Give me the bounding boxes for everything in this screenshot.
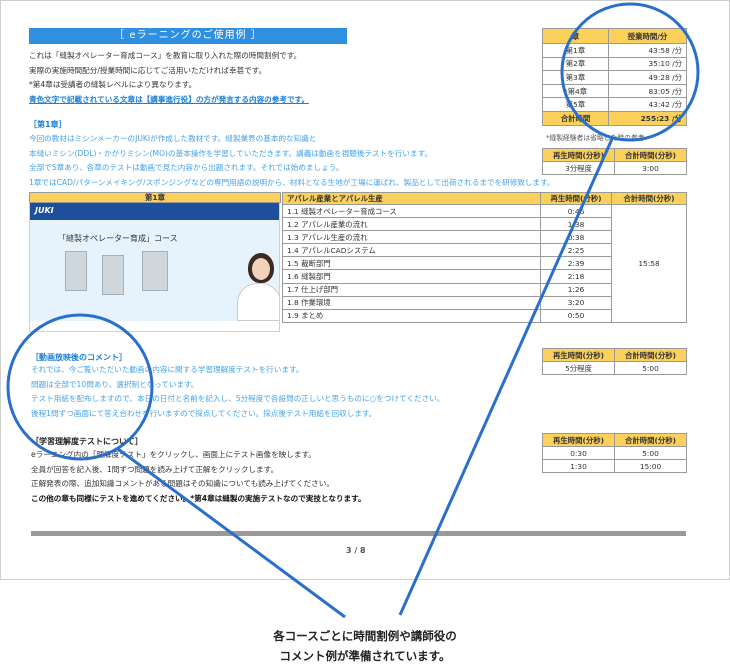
section2-line: テスト用紙を配布しますので、本日の日付と名前を記入し、5分程度で各設問の正しいと…: [31, 394, 445, 403]
play-time-cell: 3分程度: [542, 161, 615, 175]
play-time-header: 再生時間(分秒): [542, 148, 615, 162]
chapter-cell: 第2章: [542, 56, 609, 72]
chapter-header: 章: [542, 28, 609, 44]
chapter-cell: 第3章: [542, 70, 609, 85]
lesson-time: 0:38: [540, 230, 612, 245]
lesson-time: 1:38: [540, 217, 612, 232]
total-label: 合計時間: [542, 110, 609, 126]
time-table-intro: 再生時間(分秒) 合計時間(分秒) 3分程度 3:00: [542, 148, 687, 175]
caption-line1: 各コースごとに時間割例や講師役の: [273, 629, 457, 643]
instructor-face: [252, 258, 270, 280]
chapter-cell: *第4章: [542, 83, 609, 99]
total-time-cell: 15:00: [614, 459, 687, 473]
slide-header-bar: JUKI: [30, 203, 279, 220]
lesson-cell: 1.3 アパレル生産の流れ: [282, 230, 541, 245]
section1-line: 1章ではCAD/パターンメイキング/スポンジングなどの専門用語の説明から、材料と…: [29, 177, 555, 187]
total-time-cell: 3:00: [614, 161, 687, 175]
total-time-cell: 5:00: [614, 446, 687, 460]
time-table-test: 再生時間(分秒) 合計時間(分秒) 0:30 5:00 1:30 15:00: [542, 433, 687, 473]
chapter1-table: アパレル産業とアパレル生産 再生時間(分秒) 合計時間(分秒) 1.1 縫製オペ…: [282, 192, 687, 323]
time-cell: 43:42 /分: [608, 97, 687, 112]
play-time-header: 再生時間(分秒): [542, 433, 615, 447]
section3-bold-line: この他の章も同様にテストを進めてください。*第4章は縫製の実施テストなので実技と…: [31, 493, 366, 503]
lesson-time: 2:39: [540, 256, 612, 271]
chapter-cell: 第1章: [542, 43, 609, 58]
lesson-cell: 1.5 裁断部門: [282, 256, 541, 271]
chapter-table: 章 授業時間/分 第1章 43:58 /分 第2章 35:10 /分 第3章 49:2…: [542, 28, 687, 126]
juki-logo: JUKI: [35, 206, 54, 215]
time-cell: 49:28 /分: [608, 70, 687, 85]
slide-footer: [30, 321, 279, 331]
chapter-note: *縫製経験者は省略した時の参考: [546, 134, 645, 142]
total-time-cell: 5:00: [614, 361, 687, 375]
intro-line: *第4章は受講者の縫製レベルにより異なります。: [29, 80, 197, 89]
chapter1-total: 15:58: [611, 204, 687, 323]
section3-line: 正解発表の際、追加知識コメントがある問題はその知識についても読み上げてください。: [31, 479, 334, 488]
instructor-body: [237, 283, 279, 321]
lesson-time: 2:18: [540, 269, 612, 284]
document-page: ［ eラーニングのご使用例 ］ これは「縫製オペレーター育成コース」を教育に取り…: [0, 0, 730, 580]
sewing-machine-image: [102, 255, 124, 295]
section2-heading: ［動画放映後のコメント］: [31, 353, 127, 362]
footer-divider: [31, 531, 686, 536]
intro-line: 実際の実施時間配分/授業時間に応じてご活用いただければ幸甚です。: [29, 65, 267, 75]
play-time-cell: 0:30: [542, 446, 615, 460]
lesson-cell: 1.7 仕上げ部門: [282, 282, 541, 297]
lesson-cell: 1.8 作業環境: [282, 295, 541, 310]
time-cell: 35:10 /分: [608, 56, 687, 72]
total-time-header: 合計時間(分秒): [611, 192, 687, 205]
video-thumbnail: JUKI 「縫製オペレーター育成」コース: [29, 202, 280, 332]
page-number: 3 / 8: [346, 546, 366, 555]
section2-line: 後程1問ずつ画面にて答え合わせを行いますので採点してください。採点後テスト用紙を…: [31, 408, 377, 418]
total-time-header: 合計時間(分秒): [614, 433, 687, 447]
lesson-time: 0:50: [540, 308, 612, 323]
chapter1-label: 第1章: [29, 192, 281, 203]
lesson-time: 0:46: [540, 203, 612, 219]
total-value: 255:23 /分: [608, 110, 687, 126]
section2-text: それでは、今ご覧いただいた動画の内容に関する学習理解度テストを行います。 問題は…: [31, 363, 531, 421]
section1-heading: ［第1章］: [29, 120, 67, 129]
lesson-time: 2:25: [540, 243, 612, 258]
section3-text: eラーニング内の「理解度テスト」をクリックし、画面上にテスト画像を映します。 全…: [31, 448, 551, 506]
lesson-cell: 1.9 まとめ: [282, 308, 541, 323]
section2-line: それでは、今ご覧いただいた動画の内容に関する学習理解度テストを行います。: [31, 365, 304, 374]
play-time-cell: 5分程度: [542, 361, 615, 375]
lesson-cell: 1.6 縫製部門: [282, 269, 541, 284]
intro-text: これは「縫製オペレーター育成コース」を教育に取り入れた際の時間割例です。 実際の…: [29, 49, 529, 107]
total-time-header: 合計時間(分秒): [614, 148, 687, 162]
lesson-time: 3:20: [540, 295, 612, 310]
section3-line: eラーニング内の「理解度テスト」をクリックし、画面上にテスト画像を映します。: [31, 450, 316, 459]
play-time-cell: 1:30: [542, 459, 615, 473]
total-time-header: 合計時間(分秒): [614, 348, 687, 362]
time-table-comment: 再生時間(分秒) 合計時間(分秒) 5分程度 5:00: [542, 348, 687, 375]
doc-title: ［ eラーニングのご使用例 ］: [29, 28, 347, 44]
lesson-cell: 1.2 アパレル産業の流れ: [282, 217, 541, 232]
lesson-cell: 1.1 縫製オペレーター育成コース: [282, 203, 541, 219]
section3-heading: ［学習理解度テストについて］: [31, 437, 143, 446]
play-time-header: 再生時間(分秒): [540, 192, 612, 205]
section3-line: 全員が回答を記入後、1問ずつ問題を読み上げて正解をクリックします。: [31, 464, 279, 474]
sewing-machine-image: [65, 251, 87, 291]
intro-line: これは「縫製オペレーター育成コース」を教育に取り入れた際の時間割例です。: [29, 51, 302, 60]
chapter1-subject-header: アパレル産業とアパレル生産: [282, 192, 541, 205]
section2-line: 問題は全部で10問あり、選択制となっています。: [31, 379, 199, 389]
chapter-cell: 第5章: [542, 97, 609, 112]
caption-line2: コメント例が準備されています。: [279, 649, 451, 663]
sewing-machine-image: [142, 251, 168, 291]
lesson-cell: 1.4 アパレルCADシステム: [282, 243, 541, 258]
play-time-header: 再生時間(分秒): [542, 348, 615, 362]
time-cell: 83:05 /分: [608, 83, 687, 99]
time-cell: 43:58 /分: [608, 43, 687, 58]
intro-highlight: 青色文字で記載されている文章は【講事進行役】の方が発言する内容の参考です。: [29, 94, 309, 104]
time-header: 授業時間/分: [608, 28, 687, 44]
lesson-time: 1:26: [540, 282, 612, 297]
slide-title: 「縫製オペレーター育成」コース: [58, 234, 178, 243]
